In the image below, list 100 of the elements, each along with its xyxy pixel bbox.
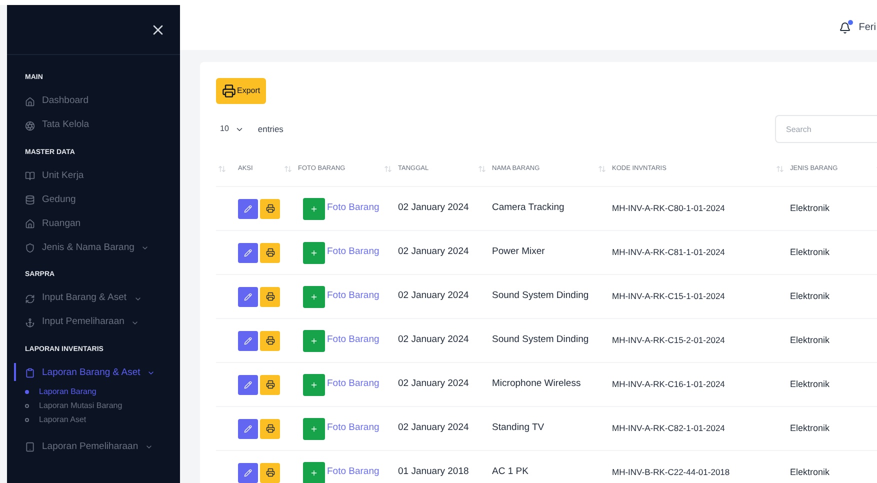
table-cell-text: Elektronik [790, 422, 831, 435]
photo-link[interactable]: Foto Barang [327, 377, 380, 392]
submenu-item[interactable]: Laporan Barang [25, 385, 168, 399]
table-cell-text: MH-INV-A-RK-C15-2-01-2024 [612, 334, 726, 347]
bullet-icon [25, 390, 29, 394]
sidebar-item[interactable]: Laporan Pemeliharaan [25, 435, 168, 459]
submenu-item[interactable]: Laporan Aset [25, 413, 168, 427]
plus-icon [310, 380, 318, 388]
plus-icon [310, 204, 318, 212]
edit-button[interactable] [238, 374, 258, 394]
printer-icon [266, 336, 274, 345]
submenu-item[interactable]: Laporan Mutasi Barang [25, 399, 168, 413]
printer-icon [266, 424, 274, 433]
photo-link[interactable]: Foto Barang [327, 201, 380, 216]
add-photo-button[interactable] [303, 330, 325, 352]
add-photo-button[interactable] [303, 198, 325, 220]
photo-link[interactable]: Foto Barang [327, 421, 380, 436]
photo-link[interactable]: Foto Barang [327, 245, 380, 260]
printer-icon [266, 380, 274, 389]
table-cell-text: 02 January 2024 [398, 421, 470, 436]
table-cell-text: Sound System Dinding [492, 289, 590, 304]
plus-icon [310, 336, 318, 344]
sidebar-item[interactable]: Tata Kelola [25, 114, 168, 138]
print-button[interactable] [260, 330, 280, 350]
table-cell-text: 02 January 2024 [398, 289, 470, 304]
table-cell-text: Elektronik [790, 290, 831, 303]
tablet-icon [25, 442, 35, 452]
pencil-icon [244, 380, 252, 388]
edit-button[interactable] [238, 462, 258, 482]
edit-button[interactable] [238, 198, 258, 218]
home-icon [25, 219, 35, 229]
add-photo-button[interactable] [303, 462, 325, 483]
edit-button[interactable] [238, 242, 258, 262]
pencil-icon [244, 468, 252, 476]
sidebar-item[interactable]: Dashboard [25, 90, 168, 114]
sidebar-item[interactable]: Unit Kerja [25, 164, 168, 188]
database-icon [25, 195, 35, 205]
table-cell-text: Sound System Dinding [492, 333, 590, 348]
table-cell-text: Standing TV [492, 421, 546, 436]
plus-icon [310, 468, 318, 476]
table-cell-text: 02 January 2024 [398, 377, 470, 392]
sidebar-item[interactable]: Gedung [25, 188, 168, 212]
printer-icon [266, 468, 274, 477]
table-cell-text: MH-INV-B-RK-C22-44-01-2018 [612, 466, 731, 479]
edit-button[interactable] [238, 418, 258, 438]
table-cell-text: 02 January 2024 [398, 245, 470, 260]
table-cell-text: Microphone Wireless [492, 377, 582, 392]
home-icon [25, 96, 35, 106]
table-cell-text: MH-INV-A-RK-C16-1-01-2024 [612, 378, 726, 391]
sidebar-item[interactable]: Input Barang & Aset [25, 286, 168, 310]
export-button[interactable]: Export [216, 78, 266, 104]
print-button[interactable] [260, 242, 280, 262]
photo-link[interactable]: Foto Barang [327, 333, 380, 348]
bell-icon[interactable] [838, 22, 851, 34]
printer-icon [266, 204, 274, 213]
sidebar-item[interactable]: Laporan Barang & Aset [25, 361, 168, 385]
print-button[interactable] [260, 418, 280, 438]
table-cell-text: Power Mixer [492, 245, 546, 260]
plus-icon [310, 424, 318, 432]
photo-link[interactable]: Foto Barang [327, 289, 380, 304]
shield-icon [25, 243, 35, 253]
plus-icon [310, 248, 318, 256]
printer-icon [266, 292, 274, 301]
refresh-icon [25, 294, 35, 304]
edit-button[interactable] [238, 330, 258, 350]
table-cell-text: MH-INV-A-RK-C82-1-01-2024 [612, 422, 726, 435]
table-cell-text: Elektronik [790, 334, 831, 347]
edit-button[interactable] [238, 286, 258, 306]
pencil-icon [244, 292, 252, 300]
table-cell-text: 01 January 2018 [398, 465, 470, 480]
pencil-icon [244, 204, 252, 212]
print-button[interactable] [260, 286, 280, 306]
add-photo-button[interactable] [303, 374, 325, 396]
chevron-icon [141, 244, 150, 252]
book-icon [25, 171, 35, 181]
table-cell-text: MH-INV-A-RK-C80-1-01-2024 [612, 202, 726, 215]
photo-link[interactable]: Foto Barang [327, 465, 380, 480]
sidebar-item[interactable]: Jenis & Nama Barang [25, 236, 168, 260]
sidebar-item[interactable]: Ruangan [25, 212, 168, 236]
chevron-icon [145, 443, 154, 451]
print-button[interactable] [260, 374, 280, 394]
pencil-icon [244, 424, 252, 432]
table-cell-text: MH-INV-A-RK-C15-1-01-2024 [612, 290, 726, 303]
printer-icon [222, 84, 236, 98]
print-button[interactable] [260, 198, 280, 218]
printer-icon [266, 248, 274, 257]
table-cell-text: Elektronik [790, 466, 831, 479]
print-button[interactable] [260, 462, 280, 482]
pencil-icon [244, 248, 252, 256]
pencil-icon [244, 336, 252, 344]
sidebar-item[interactable]: Input Pemeliharaan [25, 310, 168, 334]
add-photo-button[interactable] [303, 418, 325, 440]
user-name[interactable]: Feri [858, 20, 876, 35]
bullet-icon [25, 404, 29, 408]
search-field[interactable]: Search [775, 115, 877, 143]
table-cell-text: 02 January 2024 [398, 333, 470, 348]
table-cell-text: Camera Tracking [492, 201, 566, 216]
add-photo-button[interactable] [303, 242, 325, 264]
table-cell-text: MH-INV-A-RK-C81-1-01-2024 [612, 246, 726, 259]
add-photo-button[interactable] [303, 286, 325, 308]
